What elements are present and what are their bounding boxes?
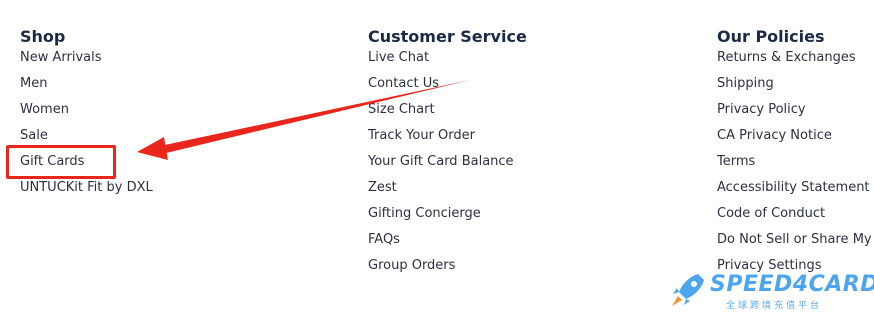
link-untuckit-fit-by-dxl[interactable]: UNTUCKit Fit by DXL (20, 180, 153, 206)
link-group-orders[interactable]: Group Orders (368, 258, 527, 284)
footer-column-our-policies: Our Policies Returns & Exchanges Shippin… (717, 26, 872, 284)
link-new-arrivals[interactable]: New Arrivals (20, 50, 153, 76)
column-title: Our Policies (717, 27, 825, 46)
link-ca-privacy-notice[interactable]: CA Privacy Notice (717, 128, 872, 154)
column-title: Customer Service (368, 27, 527, 46)
link-code-of-conduct[interactable]: Code of Conduct (717, 206, 872, 232)
link-zest[interactable]: Zest (368, 180, 527, 206)
link-terms[interactable]: Terms (717, 154, 872, 180)
customer-service-links: Live Chat Contact Us Size Chart Track Yo… (368, 50, 527, 284)
shop-links: New Arrivals Men Women Sale Gift Cards U… (20, 50, 153, 206)
policies-links: Returns & Exchanges Shipping Privacy Pol… (717, 50, 872, 284)
link-accessibility-statement[interactable]: Accessibility Statement (717, 180, 872, 206)
link-gifting-concierge[interactable]: Gifting Concierge (368, 206, 527, 232)
column-title: Shop (20, 27, 66, 46)
link-returns-exchanges[interactable]: Returns & Exchanges (717, 50, 872, 76)
rocket-icon (672, 274, 704, 306)
gift-cards-highlight-box (6, 145, 116, 179)
footer-column-customer-service: Customer Service Live Chat Contact Us Si… (368, 26, 527, 284)
speed4card-watermark: SPEED4CARD 全球跨境充值平台 (666, 268, 874, 312)
watermark-brand: SPEED4CARD (710, 272, 874, 297)
link-contact-us[interactable]: Contact Us (368, 76, 527, 102)
link-shipping[interactable]: Shipping (717, 76, 872, 102)
link-women[interactable]: Women (20, 102, 153, 128)
link-size-chart[interactable]: Size Chart (368, 102, 527, 128)
link-do-not-sell-or-share[interactable]: Do Not Sell or Share My (717, 232, 872, 258)
watermark-tagline: 全球跨境充值平台 (726, 301, 823, 311)
footer-column-shop: Shop New Arrivals Men Women Sale Gift Ca… (20, 26, 153, 206)
link-privacy-policy[interactable]: Privacy Policy (717, 102, 872, 128)
link-men[interactable]: Men (20, 76, 153, 102)
link-live-chat[interactable]: Live Chat (368, 50, 527, 76)
link-gift-card-balance[interactable]: Your Gift Card Balance (368, 154, 527, 180)
link-faqs[interactable]: FAQs (368, 232, 527, 258)
link-track-your-order[interactable]: Track Your Order (368, 128, 527, 154)
